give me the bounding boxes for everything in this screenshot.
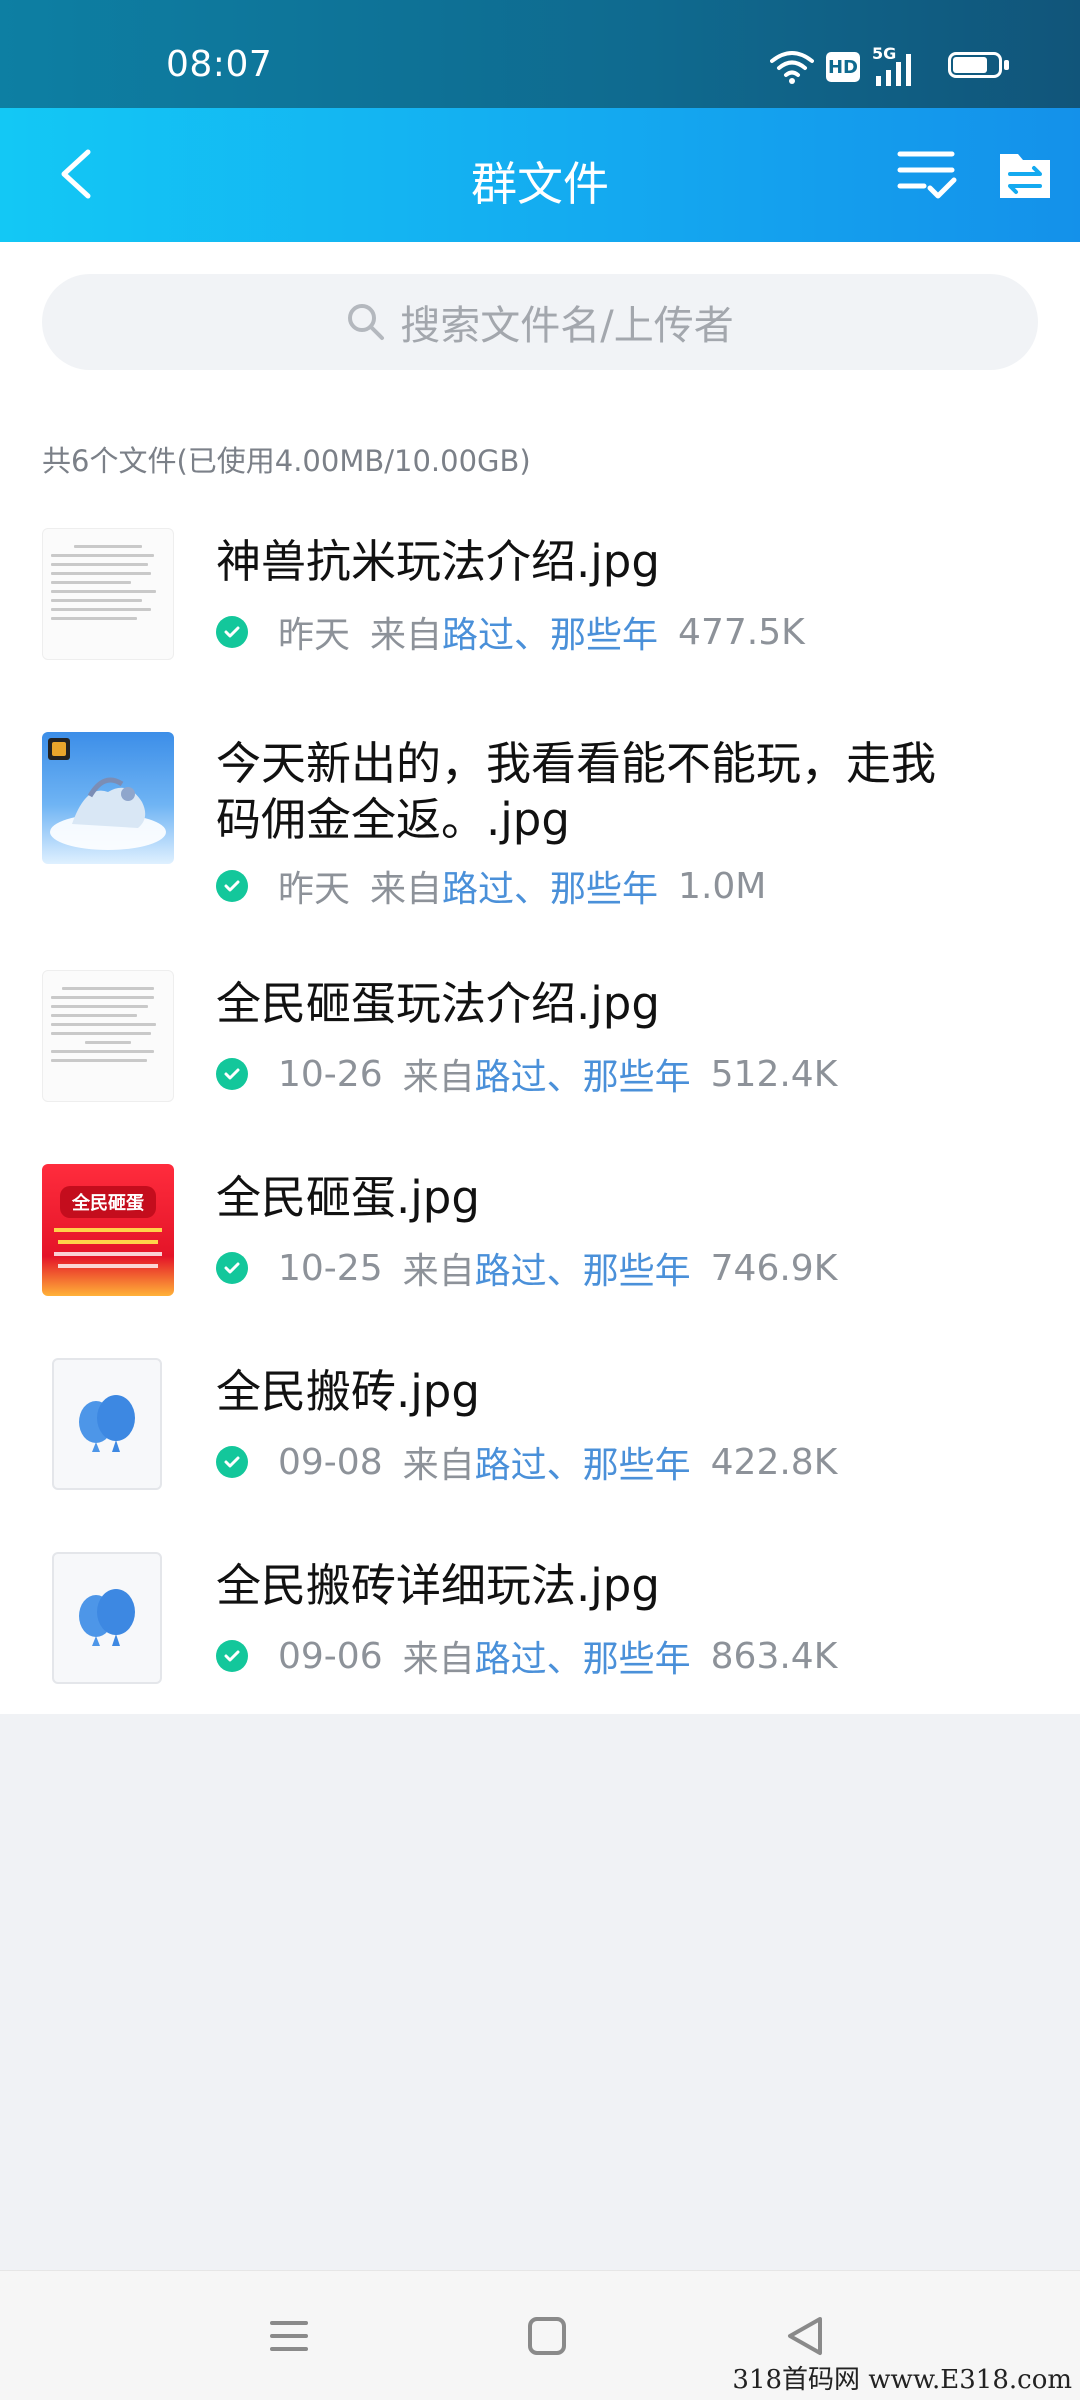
file-meta: 09-06 来自 路过、那些年 863.4K <box>216 1632 837 1680</box>
file-name: 全民搬砖详细玩法.jpg <box>216 1559 660 1612</box>
menu-button[interactable] <box>254 2301 324 2371</box>
file-date: 09-08 <box>278 1441 383 1483</box>
file-size: 512.4K <box>710 1053 838 1095</box>
from-label: 来自 <box>402 1251 475 1292</box>
file-row[interactable]: 全民砸蛋玩法介绍.jpg 10-26 来自 路过、那些年 512.4K <box>0 970 1080 1150</box>
search-input[interactable]: 搜索文件名/上传者 <box>42 274 1038 370</box>
file-size: 863.4K <box>710 1635 838 1677</box>
file-meta: 昨天 来自 路过、那些年 477.5K <box>216 608 805 656</box>
file-size: 746.9K <box>710 1247 838 1289</box>
balloon-icon <box>79 1589 135 1646</box>
uploader-link[interactable]: 路过、那些年 <box>475 1048 691 1100</box>
watermark: 318首码网 www.E318.com <box>732 2365 1072 2395</box>
from-label: 来自 <box>370 869 443 910</box>
uploader-link[interactable]: 路过、那些年 <box>475 1242 691 1294</box>
uploader-link[interactable]: 路过、那些年 <box>475 1630 691 1682</box>
content-area: 搜索文件名/上传者 共6个文件(已使用4.00MB/10.00GB) 神兽抗米玩… <box>0 242 1080 1714</box>
file-date: 昨天 <box>278 615 351 656</box>
5g-signal-icon: 5G <box>872 44 922 86</box>
file-row[interactable]: 今天新出的，我看看能不能玩，走我码佣金全返。.jpg 昨天 来自 路过、那些年 … <box>0 732 1080 922</box>
sort-list-icon <box>897 151 957 199</box>
file-summary: 共6个文件(已使用4.00MB/10.00GB) <box>42 444 531 478</box>
search-icon <box>348 304 385 340</box>
file-row[interactable]: 全民砸蛋 全民砸蛋.jpg 10-25 来自 路过、那些年 746.9K <box>0 1164 1080 1344</box>
from-label: 来自 <box>370 615 443 656</box>
file-meta: 昨天 来自 路过、那些年 1.0M <box>216 862 766 910</box>
status-bar: 08:07 HD 5G <box>0 0 1080 108</box>
file-date: 昨天 <box>278 869 351 910</box>
app-screen: 08:07 HD 5G 群文件 搜索文件名/上传者 共6个文件(已使用4.00M… <box>0 0 1080 2400</box>
file-thumbnail <box>42 528 174 660</box>
check-icon <box>216 870 248 902</box>
search-placeholder: 搜索文件名/上传者 <box>400 303 734 349</box>
file-name: 全民砸蛋玩法介绍.jpg <box>216 977 660 1030</box>
from-label: 来自 <box>402 1639 475 1680</box>
menu-icon <box>270 2321 308 2351</box>
file-size: 477.5K <box>678 611 805 653</box>
battery-icon <box>948 52 1010 82</box>
uploader-link[interactable]: 路过、那些年 <box>442 606 658 658</box>
file-size: 422.8K <box>710 1441 838 1483</box>
home-icon <box>528 2317 566 2355</box>
uploader-link[interactable]: 路过、那些年 <box>442 860 658 912</box>
file-thumbnail: 全民砸蛋 <box>42 1164 174 1296</box>
check-icon <box>216 616 248 648</box>
balloon-icon <box>79 1395 135 1452</box>
file-thumbnail <box>52 1358 162 1490</box>
file-date: 09-06 <box>278 1635 383 1677</box>
check-icon <box>216 1446 248 1478</box>
file-meta: 10-26 来自 路过、那些年 512.4K <box>216 1050 837 1098</box>
file-name: 全民砸蛋.jpg <box>216 1171 480 1224</box>
file-date: 10-26 <box>278 1053 383 1095</box>
thumbnail-caption: 全民砸蛋 <box>60 1186 156 1218</box>
file-meta: 10-25 来自 路过、那些年 746.9K <box>216 1244 837 1292</box>
from-label: 来自 <box>402 1057 475 1098</box>
check-icon <box>216 1058 248 1090</box>
file-row[interactable]: 神兽抗米玩法介绍.jpg 昨天 来自 路过、那些年 477.5K <box>0 528 1080 708</box>
uploader-link[interactable]: 路过、那些年 <box>475 1436 691 1488</box>
file-row[interactable]: 全民搬砖详细玩法.jpg 09-06 来自 路过、那些年 863.4K <box>0 1552 1080 1732</box>
home-button[interactable] <box>512 2301 582 2371</box>
hd-icon: HD <box>826 52 860 82</box>
file-row[interactable]: 全民搬砖.jpg 09-08 来自 路过、那些年 422.8K <box>0 1358 1080 1538</box>
status-time: 08:07 <box>166 44 273 85</box>
file-size: 1.0M <box>678 865 767 907</box>
wifi-icon <box>770 51 814 84</box>
header-bar: 群文件 <box>0 108 1080 242</box>
file-name: 全民搬砖.jpg <box>216 1365 480 1418</box>
file-thumbnail <box>42 970 174 1102</box>
file-name: 神兽抗米玩法介绍.jpg <box>216 535 660 588</box>
file-transfer-button[interactable] <box>996 146 1054 204</box>
check-icon <box>216 1252 248 1284</box>
sort-button[interactable] <box>896 144 958 206</box>
file-transfer-icon <box>1000 154 1050 198</box>
check-icon <box>216 1640 248 1672</box>
from-label: 来自 <box>402 1445 475 1486</box>
file-meta: 09-08 来自 路过、那些年 422.8K <box>216 1438 837 1486</box>
file-thumbnail <box>42 732 174 864</box>
file-thumbnail <box>52 1552 162 1684</box>
file-date: 10-25 <box>278 1247 383 1289</box>
file-name: 今天新出的，我看看能不能玩，走我码佣金全返。.jpg <box>216 737 937 846</box>
